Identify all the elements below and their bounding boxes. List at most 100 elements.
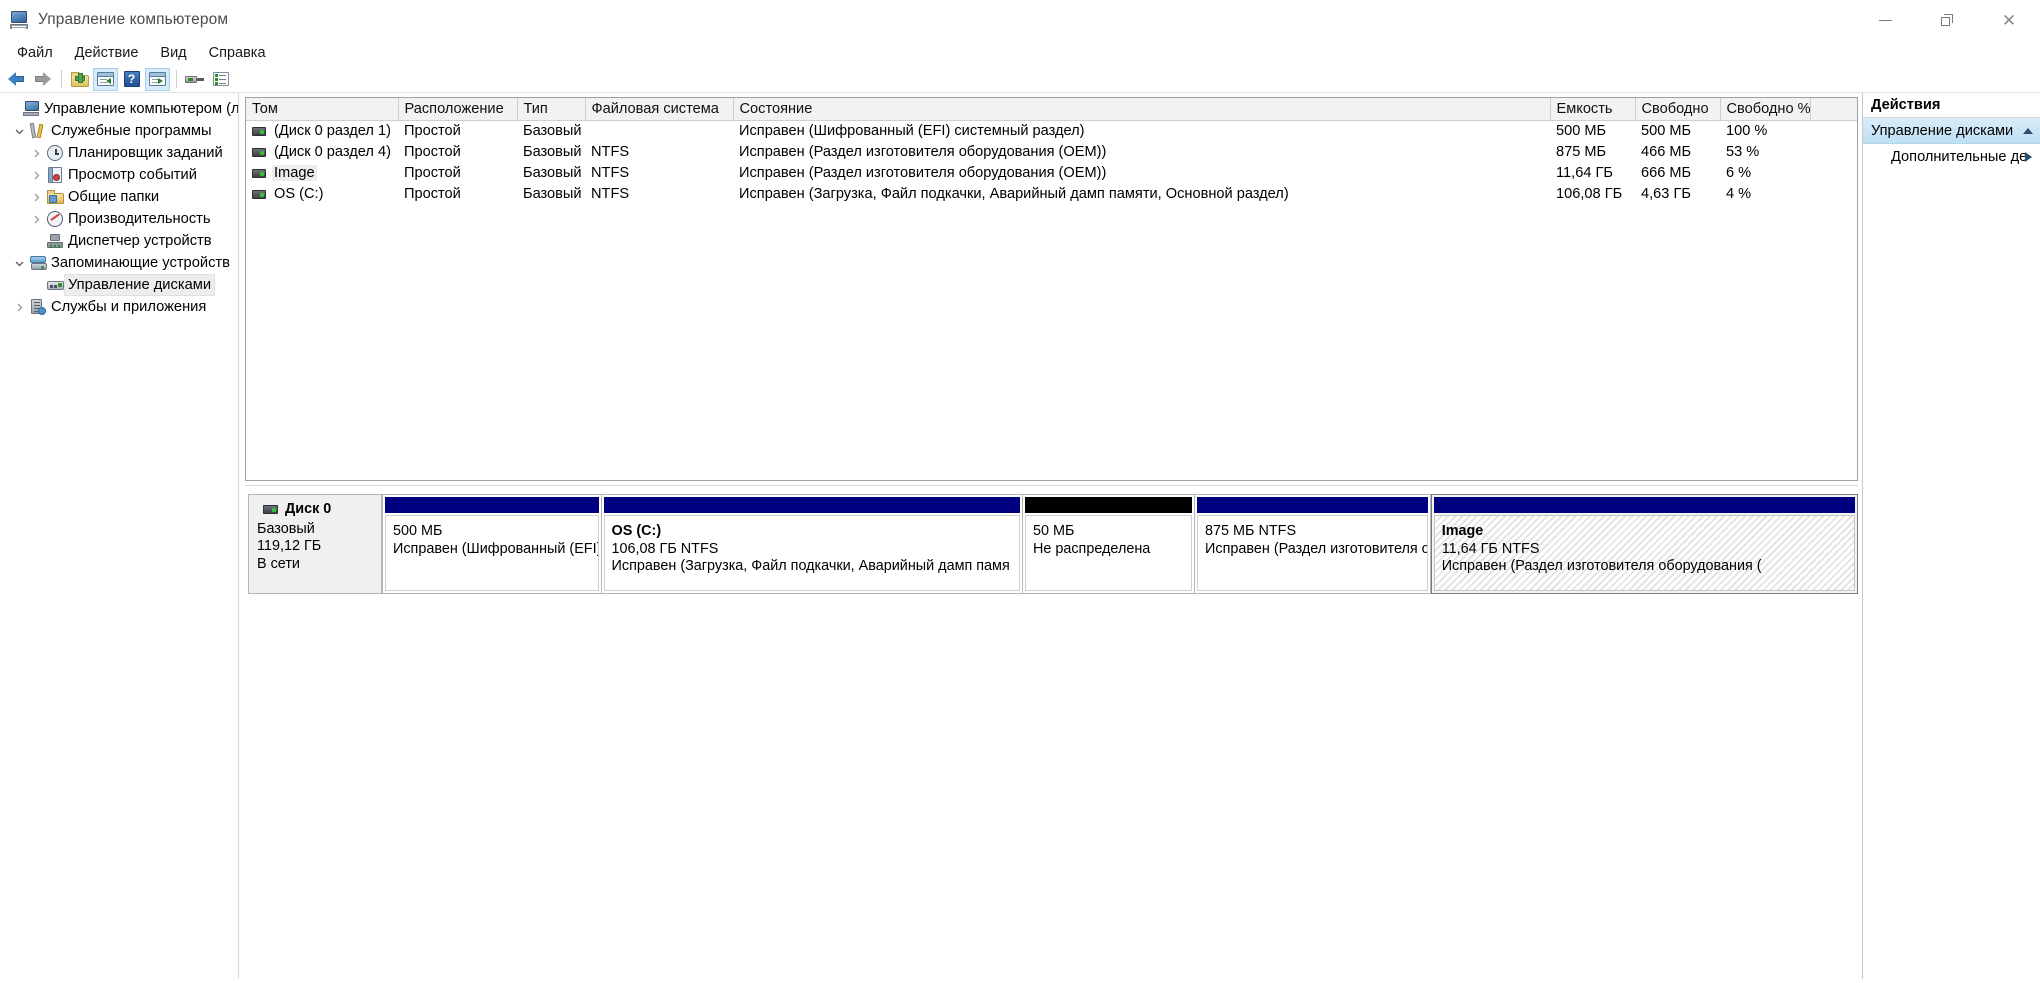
cell-free: 466 МБ — [1641, 144, 1692, 160]
title-bar: Управление компьютером ✕ — [0, 0, 2040, 40]
tree-item-shared-folders[interactable]: Общие папки — [0, 186, 238, 208]
column-header-filesystem[interactable]: Файловая система — [585, 98, 734, 121]
partition-os-c[interactable]: OS (C:) 106,08 ГБ NTFS Исправен (Загрузк… — [601, 494, 1023, 594]
partition-status: Не распределена — [1032, 540, 1151, 557]
cell-filesystem: NTFS — [591, 186, 630, 202]
cell-capacity: 11,64 ГБ — [1556, 165, 1613, 181]
tree-item-services-and-applications[interactable]: Службы и приложения — [0, 296, 238, 318]
toolbar: ? — [0, 66, 2040, 93]
close-button[interactable]: ✕ — [1978, 0, 2040, 40]
cell-free-percent: 4 % — [1726, 186, 1752, 202]
disk-header-disk0[interactable]: Диск 0 Базовый 119,12 ГБ В сети — [248, 494, 382, 594]
chevron-right-icon[interactable] — [28, 149, 45, 158]
tree-item-label: Просмотр событий — [68, 167, 197, 183]
cell-free: 666 МБ — [1641, 165, 1692, 181]
volume-icon — [252, 189, 266, 199]
minimize-icon — [1878, 19, 1892, 21]
table-row[interactable]: (Диск 0 раздел 4) Простой Базовый NTFS И… — [246, 142, 1857, 163]
column-header-capacity[interactable]: Емкость — [1550, 98, 1636, 121]
chevron-right-icon[interactable] — [11, 303, 28, 312]
collapse-icon[interactable] — [11, 259, 28, 268]
partition-image[interactable]: Image 11,64 ГБ NTFS Исправен (Раздел изг… — [1430, 494, 1858, 594]
menu-help[interactable]: Справка — [198, 41, 277, 65]
table-row[interactable]: (Диск 0 раздел 1) Простой Базовый Исправ… — [246, 121, 1857, 142]
tools-icon — [28, 122, 48, 139]
column-header-layout[interactable]: Расположение — [398, 98, 518, 121]
volume-list-panel: Том Расположение Тип Файловая система Со… — [245, 97, 1858, 481]
column-header-extra[interactable] — [1810, 98, 1857, 121]
menu-view[interactable]: Вид — [149, 41, 197, 65]
tree-item-label: Запоминающие устройств — [51, 255, 230, 271]
disk-icon — [263, 505, 278, 515]
partition-status: Исправен (Раздел изготовителя оборудован… — [1441, 558, 1762, 574]
table-row[interactable]: OS (C:) Простой Базовый NTFS Исправен (З… — [246, 184, 1857, 205]
column-header-status[interactable]: Состояние — [733, 98, 1551, 121]
menu-file[interactable]: Файл — [6, 41, 64, 65]
properties-button[interactable] — [208, 68, 233, 91]
disk-status: В сети — [257, 555, 300, 572]
disk-graphical-view: Диск 0 Базовый 119,12 ГБ В сети 500 МБ И… — [245, 485, 1858, 979]
up-one-level-button[interactable] — [67, 68, 92, 91]
volume-icon — [252, 168, 266, 178]
actions-group-disk-management[interactable]: Управление дисками — [1863, 118, 2040, 144]
minimize-button[interactable] — [1854, 0, 1916, 40]
partition-status: Исправен (Раздел изготовителя о — [1205, 540, 1428, 557]
cell-extra — [1810, 142, 1857, 163]
help-button[interactable]: ? — [119, 68, 144, 91]
cell-status: Исправен (Шифрованный (EFI) системный ра… — [739, 123, 1085, 140]
tree-item-computer-management[interactable]: Управление компьютером (лс — [0, 98, 238, 120]
column-header-free-space[interactable]: Свободно — [1635, 98, 1721, 121]
cell-free-percent: 100 % — [1726, 123, 1768, 140]
cell-type: Базовый — [523, 186, 582, 202]
partition-unallocated[interactable]: 50 МБ Не распределена — [1022, 494, 1196, 594]
action-item-more-actions[interactable]: Дополнительные дейс… — [1863, 144, 2040, 170]
cell-extra — [1810, 121, 1857, 142]
cell-free-percent: 53 % — [1726, 144, 1760, 160]
actions-pane: Действия Управление дисками Дополнительн… — [1862, 93, 2040, 979]
menu-bar: Файл Действие Вид Справка — [0, 40, 2040, 66]
partition-oem-875mb[interactable]: 875 МБ NTFS Исправен (Раздел изготовител… — [1195, 494, 1431, 594]
services-icon — [28, 299, 48, 315]
show-hide-action-pane-button[interactable] — [145, 67, 170, 91]
tree-item-task-scheduler[interactable]: Планировщик заданий — [0, 142, 238, 164]
cell-extra — [1810, 163, 1857, 184]
column-header-type[interactable]: Тип — [517, 98, 586, 121]
menu-action[interactable]: Действие — [64, 41, 150, 65]
column-header-free-percent[interactable]: Свободно % — [1720, 98, 1811, 121]
tree-item-storage[interactable]: Запоминающие устройств — [0, 252, 238, 274]
chevron-right-icon[interactable] — [28, 215, 45, 224]
table-row[interactable]: Image Простой Базовый NTFS Исправен (Раз… — [246, 163, 1857, 184]
chevron-right-icon[interactable] — [28, 171, 45, 180]
tree-item-device-manager[interactable]: Диспетчер устройств — [0, 230, 238, 252]
connect-button[interactable] — [182, 68, 207, 91]
tree-item-disk-management[interactable]: Управление дисками — [0, 274, 238, 296]
partition-efi[interactable]: 500 МБ Исправен (Шифрованный (EFI) — [382, 494, 602, 594]
tree-item-system-tools[interactable]: Служебные программы — [0, 120, 238, 142]
partition-status: Исправен (Шифрованный (EFI) — [393, 540, 599, 557]
chevron-up-icon[interactable] — [2023, 127, 2033, 134]
partition-size: 500 МБ — [393, 523, 443, 539]
cell-free-percent: 6 % — [1726, 165, 1752, 181]
column-header-volume[interactable]: Том — [246, 98, 399, 121]
forward-button[interactable] — [30, 68, 55, 91]
cell-filesystem: NTFS — [591, 144, 630, 160]
chevron-right-icon[interactable] — [28, 193, 45, 202]
properties-list-icon — [212, 72, 229, 86]
cell-capacity: 106,08 ГБ — [1556, 186, 1623, 202]
collapse-icon[interactable] — [11, 127, 28, 136]
tree-item-label: Управление компьютером (лс — [44, 101, 239, 117]
event-viewer-icon — [45, 167, 65, 183]
partition-status: Исправен (Загрузка, Файл подкачки, Авари… — [611, 558, 1010, 574]
back-button[interactable] — [4, 68, 29, 91]
restore-button[interactable] — [1916, 0, 1978, 40]
tree-item-label: Производительность — [68, 211, 211, 227]
tree-item-performance[interactable]: Производительность — [0, 208, 238, 230]
computer-icon — [21, 101, 41, 117]
cell-layout: Простой — [404, 186, 461, 202]
disk-row-disk0: Диск 0 Базовый 119,12 ГБ В сети 500 МБ И… — [248, 494, 1858, 594]
tree-item-event-viewer[interactable]: Просмотр событий — [0, 164, 238, 186]
cell-volume: Image — [246, 163, 398, 184]
cell-capacity: 500 МБ — [1556, 123, 1607, 140]
tree-item-label: Служебные программы — [51, 123, 212, 139]
show-hide-console-tree-button[interactable] — [93, 67, 118, 91]
